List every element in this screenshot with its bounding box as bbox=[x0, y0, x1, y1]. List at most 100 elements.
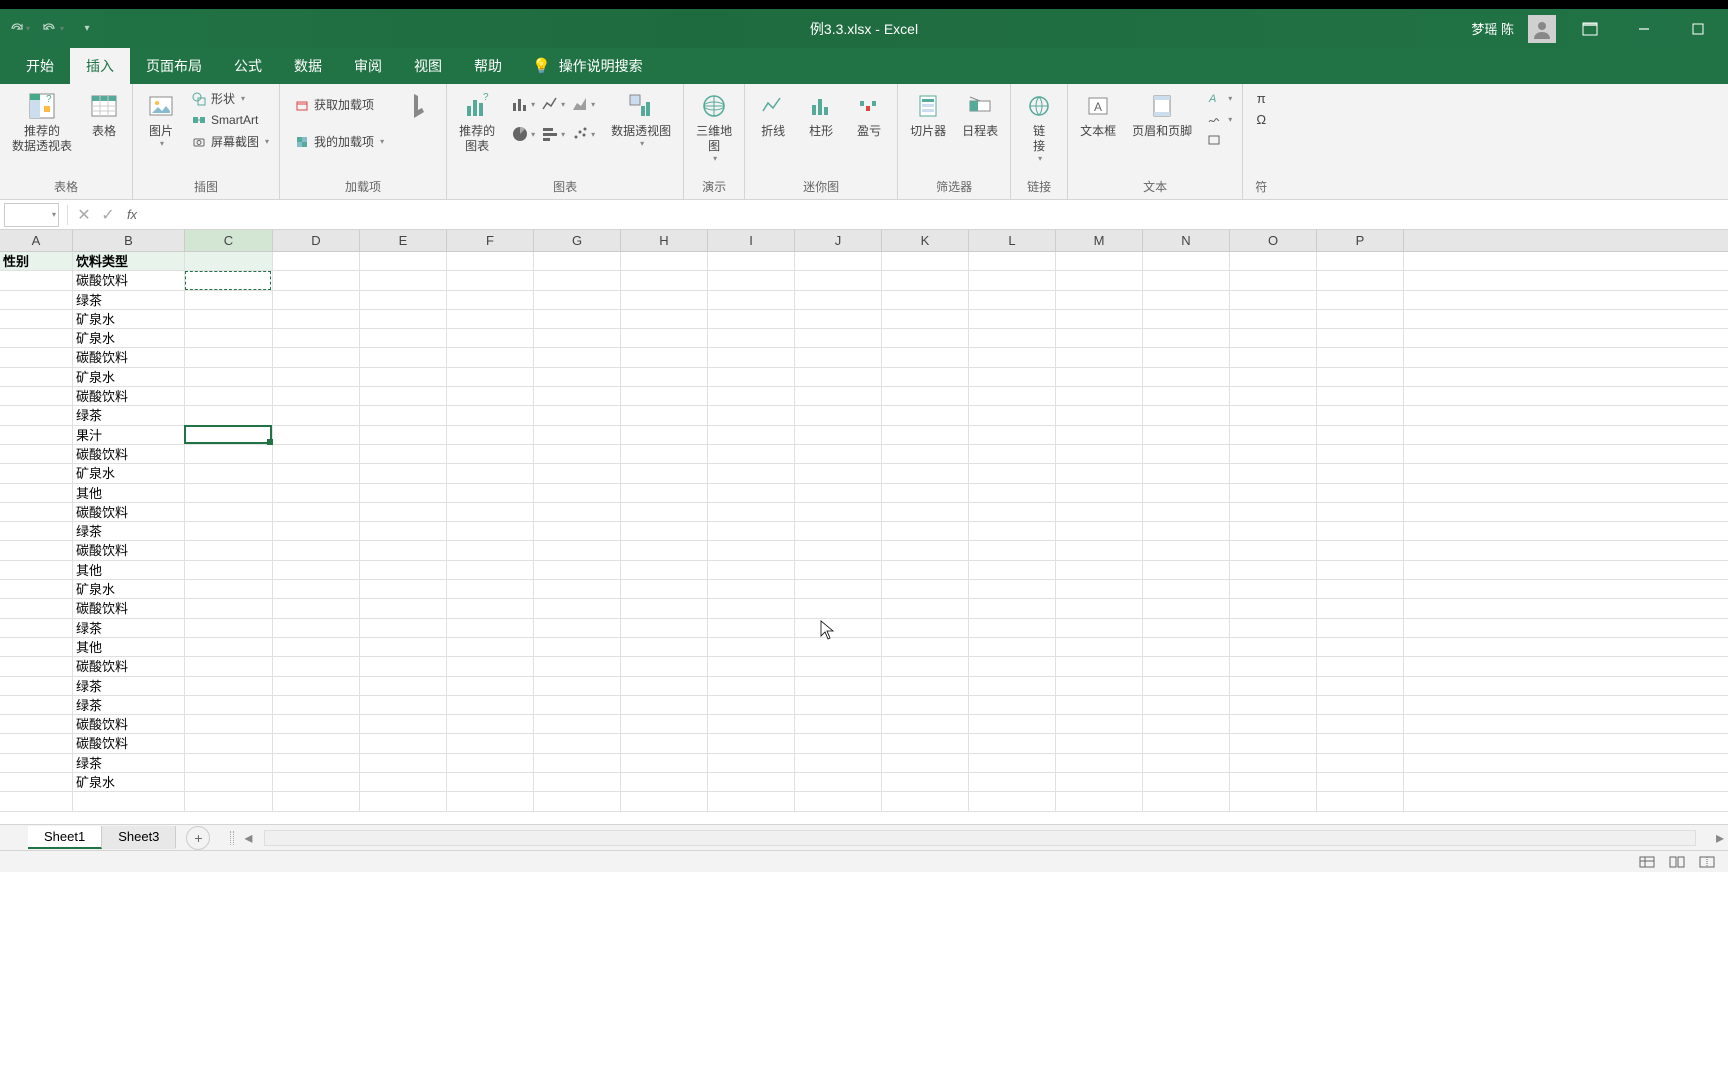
cell[interactable] bbox=[708, 696, 795, 714]
cell[interactable] bbox=[534, 677, 621, 695]
redo-button[interactable]: ▾ bbox=[6, 16, 32, 42]
cell[interactable] bbox=[185, 792, 273, 810]
recommended-pivot-button[interactable]: ? 推荐的 数据透视表 bbox=[6, 88, 78, 156]
cell[interactable] bbox=[534, 406, 621, 424]
cell[interactable]: 绿茶 bbox=[73, 406, 185, 424]
column-chart-button[interactable]: ▾ bbox=[511, 92, 535, 116]
tab-formulas[interactable]: 公式 bbox=[218, 48, 278, 84]
cell[interactable] bbox=[621, 426, 708, 444]
cell[interactable] bbox=[0, 638, 73, 656]
cell[interactable] bbox=[1143, 464, 1230, 482]
get-addins-button[interactable]: 获取加载项 bbox=[290, 94, 388, 115]
cell[interactable] bbox=[447, 580, 534, 598]
cell[interactable] bbox=[1317, 638, 1404, 656]
cell[interactable] bbox=[273, 522, 360, 540]
cell[interactable] bbox=[1143, 271, 1230, 289]
cell[interactable] bbox=[273, 619, 360, 637]
cell[interactable] bbox=[447, 310, 534, 328]
cell[interactable] bbox=[1056, 252, 1143, 270]
cell[interactable] bbox=[360, 599, 447, 617]
cell[interactable] bbox=[1056, 368, 1143, 386]
cell[interactable] bbox=[1230, 387, 1317, 405]
cell[interactable] bbox=[0, 503, 73, 521]
cell[interactable] bbox=[621, 348, 708, 366]
cell[interactable] bbox=[534, 657, 621, 675]
cell[interactable] bbox=[708, 754, 795, 772]
cell[interactable] bbox=[882, 599, 969, 617]
cell[interactable] bbox=[708, 541, 795, 559]
cell[interactable]: 果汁 bbox=[73, 426, 185, 444]
cell[interactable] bbox=[1143, 599, 1230, 617]
shapes-button[interactable]: 形状▾ bbox=[187, 88, 273, 109]
cell[interactable] bbox=[1143, 580, 1230, 598]
cell[interactable] bbox=[534, 252, 621, 270]
cell[interactable] bbox=[360, 561, 447, 579]
cell[interactable] bbox=[447, 599, 534, 617]
cell[interactable]: 碳酸饮料 bbox=[73, 734, 185, 752]
cell[interactable] bbox=[621, 638, 708, 656]
cell[interactable] bbox=[185, 252, 273, 270]
col-header-J[interactable]: J bbox=[795, 230, 882, 251]
cell[interactable] bbox=[1056, 406, 1143, 424]
cell[interactable] bbox=[795, 734, 882, 752]
cell[interactable] bbox=[708, 580, 795, 598]
cell[interactable] bbox=[795, 541, 882, 559]
pivot-chart-button[interactable]: 数据透视图 ▾ bbox=[605, 88, 677, 150]
cell[interactable] bbox=[1230, 677, 1317, 695]
cell[interactable] bbox=[0, 484, 73, 502]
cell[interactable] bbox=[0, 522, 73, 540]
cell[interactable] bbox=[969, 291, 1056, 309]
cell[interactable] bbox=[882, 773, 969, 791]
cell[interactable] bbox=[0, 561, 73, 579]
cell[interactable] bbox=[1230, 406, 1317, 424]
cell[interactable]: 碳酸饮料 bbox=[73, 271, 185, 289]
cell[interactable] bbox=[882, 754, 969, 772]
cell[interactable] bbox=[360, 522, 447, 540]
cell[interactable] bbox=[795, 792, 882, 810]
cell[interactable] bbox=[273, 445, 360, 463]
cell[interactable] bbox=[273, 252, 360, 270]
cell[interactable] bbox=[0, 387, 73, 405]
cell[interactable] bbox=[1230, 445, 1317, 463]
cell[interactable] bbox=[360, 792, 447, 810]
cell[interactable] bbox=[969, 368, 1056, 386]
cell[interactable] bbox=[534, 541, 621, 559]
cell[interactable] bbox=[1056, 580, 1143, 598]
undo-button[interactable]: ▾ bbox=[40, 16, 66, 42]
cell[interactable] bbox=[882, 619, 969, 637]
cell[interactable] bbox=[621, 503, 708, 521]
cell[interactable] bbox=[1230, 291, 1317, 309]
cell[interactable] bbox=[621, 464, 708, 482]
cell[interactable] bbox=[1317, 406, 1404, 424]
cell[interactable]: 矿泉水 bbox=[73, 580, 185, 598]
cell[interactable] bbox=[447, 657, 534, 675]
tab-home[interactable]: 开始 bbox=[10, 48, 70, 84]
cell[interactable] bbox=[185, 464, 273, 482]
cell[interactable] bbox=[534, 580, 621, 598]
cell[interactable] bbox=[708, 734, 795, 752]
cell[interactable] bbox=[360, 445, 447, 463]
cell[interactable] bbox=[1230, 522, 1317, 540]
cell[interactable] bbox=[621, 387, 708, 405]
tab-view[interactable]: 视图 bbox=[398, 48, 458, 84]
cell[interactable] bbox=[0, 310, 73, 328]
cell[interactable] bbox=[447, 522, 534, 540]
pie-chart-button[interactable]: ▾ bbox=[511, 122, 535, 146]
page-break-view-button[interactable] bbox=[1696, 853, 1718, 871]
cell[interactable] bbox=[708, 792, 795, 810]
cell[interactable] bbox=[708, 252, 795, 270]
qat-customize[interactable]: ▾ bbox=[74, 16, 100, 42]
cell[interactable] bbox=[1317, 599, 1404, 617]
cell[interactable] bbox=[447, 252, 534, 270]
cell[interactable] bbox=[1056, 310, 1143, 328]
cell[interactable] bbox=[708, 619, 795, 637]
cell[interactable] bbox=[795, 368, 882, 386]
avatar[interactable] bbox=[1528, 15, 1556, 43]
cell[interactable] bbox=[621, 484, 708, 502]
cell[interactable] bbox=[0, 348, 73, 366]
cell[interactable] bbox=[969, 503, 1056, 521]
area-chart-button[interactable]: ▾ bbox=[571, 92, 595, 116]
cell[interactable] bbox=[1143, 484, 1230, 502]
col-header-D[interactable]: D bbox=[273, 230, 360, 251]
cell[interactable]: 绿茶 bbox=[73, 754, 185, 772]
